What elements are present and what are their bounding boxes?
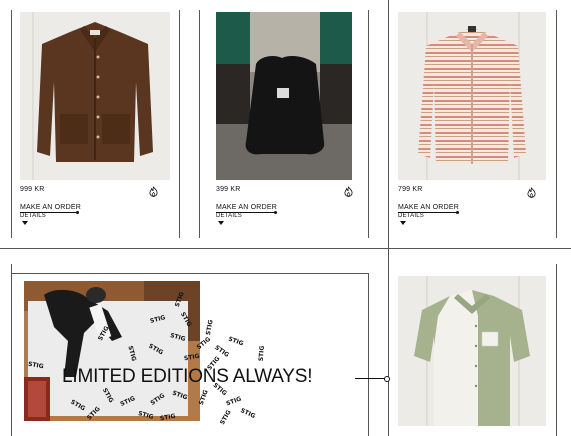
grid-divider: [199, 10, 200, 238]
product-image[interactable]: [398, 12, 546, 180]
product-card[interactable]: 399 KR MAKE AN ORDER DETAILS: [216, 12, 353, 232]
stig-stamp: STIG: [239, 407, 257, 420]
chevron-down-icon[interactable]: [22, 221, 28, 225]
details-toggle[interactable]: DETAILS: [20, 213, 46, 219]
price-label: 799 KR: [398, 186, 423, 193]
grid-divider: [388, 0, 389, 270]
stig-stamp: STIG: [218, 409, 233, 426]
details-toggle[interactable]: DETAILS: [398, 213, 424, 219]
stig-stamp: STIG: [225, 395, 243, 408]
make-an-order-link[interactable]: MAKE AN ORDER: [398, 204, 459, 211]
stig-stamp: STIG: [257, 345, 266, 362]
make-an-order-link[interactable]: MAKE AN ORDER: [20, 204, 81, 211]
product-card[interactable]: 799 KR MAKE AN ORDER DETAILS: [398, 12, 546, 232]
grid-divider: [0, 248, 571, 249]
price-label: 399 KR: [216, 186, 241, 193]
grid-divider: [368, 10, 369, 238]
flame-icon[interactable]: [149, 186, 158, 197]
flame-icon[interactable]: [344, 186, 353, 197]
grid-divider: [179, 10, 180, 238]
grid-divider: [11, 264, 12, 436]
headline-pointer-dot: [384, 376, 390, 382]
chevron-down-icon[interactable]: [218, 221, 224, 225]
price-label: 999 KR: [20, 186, 45, 193]
order-underline-dot: [76, 211, 79, 214]
flame-icon[interactable]: [527, 187, 536, 198]
grid-divider: [368, 273, 369, 436]
grid-divider: [11, 10, 12, 238]
make-an-order-link[interactable]: MAKE AN ORDER: [216, 204, 277, 211]
order-underline-dot: [274, 211, 277, 214]
headline-pointer-line: [355, 378, 385, 379]
stig-stamp: STIG: [204, 319, 215, 336]
grid-divider: [11, 273, 369, 274]
grid-divider: [556, 10, 557, 238]
product-image[interactable]: [216, 12, 352, 180]
stig-stamp: STIG: [227, 335, 245, 348]
product-image[interactable]: [398, 276, 546, 426]
banner-headline[interactable]: LIMITED EDITIONS ALWAYS!: [62, 366, 313, 388]
product-image[interactable]: [20, 12, 170, 180]
chevron-down-icon[interactable]: [400, 221, 406, 225]
grid-divider: [556, 264, 557, 436]
product-card[interactable]: 999 KR MAKE AN ORDER DETAILS: [20, 12, 170, 232]
grid-divider: [388, 264, 389, 436]
details-toggle[interactable]: DETAILS: [216, 213, 242, 219]
order-underline-dot: [456, 211, 459, 214]
